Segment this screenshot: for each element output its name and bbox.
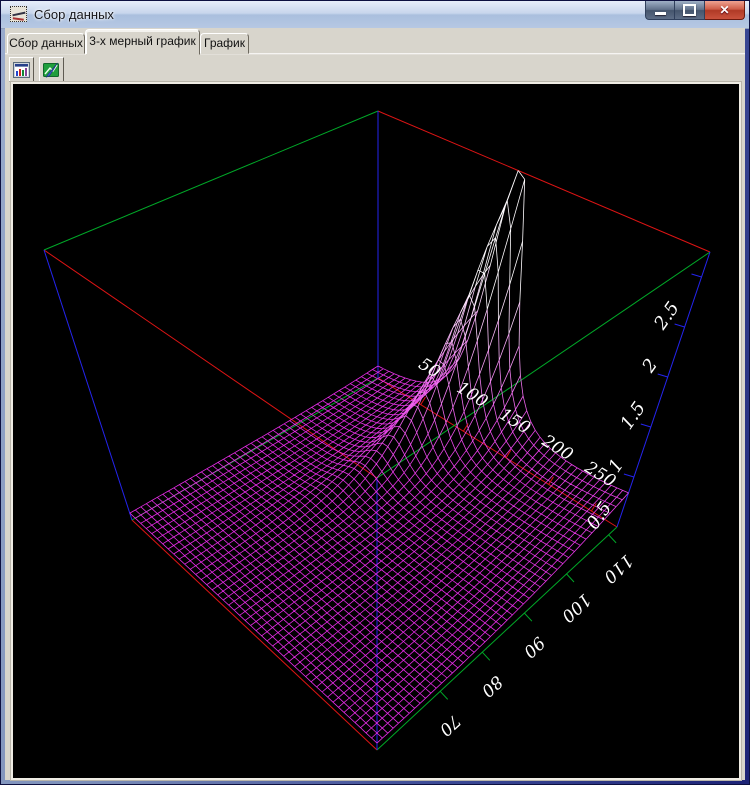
plot-panel: 501001502002507080901001100.511.522.5 <box>11 82 741 780</box>
window-controls: ✕ <box>645 1 745 20</box>
svg-text:110: 110 <box>599 550 637 587</box>
bar-chart-button[interactable] <box>9 57 34 82</box>
svg-text:200: 200 <box>537 431 576 466</box>
close-button[interactable]: ✕ <box>705 1 745 20</box>
tab-data-collection[interactable]: Сбор данных <box>7 33 85 54</box>
svg-text:90: 90 <box>519 632 549 662</box>
app-chart-icon <box>10 6 27 22</box>
window-content: Сбор данных 3-х мерный график График <box>5 28 745 780</box>
maximize-icon <box>683 4 696 16</box>
svg-text:1.5: 1.5 <box>616 398 650 434</box>
svg-text:100: 100 <box>557 589 595 626</box>
close-icon: ✕ <box>719 3 729 17</box>
svg-text:2.5: 2.5 <box>650 298 684 334</box>
tab-3d-graph[interactable]: 3-х мерный график <box>85 29 200 55</box>
surface-3d-plot: 501001502002507080901001100.511.522.5 <box>13 84 739 778</box>
titlebar[interactable]: Сбор данных ✕ <box>1 1 749 29</box>
tab-graph[interactable]: График <box>200 33 249 54</box>
svg-text:150: 150 <box>496 404 534 438</box>
plot-area[interactable]: 501001502002507080901001100.511.522.5 <box>13 84 739 778</box>
window-title: Сбор данных <box>34 7 114 22</box>
edit-chart-button[interactable] <box>39 57 64 82</box>
svg-text:80: 80 <box>477 671 507 701</box>
app-window: Сбор данных ✕ Сбор данных 3-х мерный гра… <box>0 0 750 785</box>
minimize-icon <box>655 12 666 15</box>
bar-chart-icon <box>13 62 30 78</box>
svg-text:70: 70 <box>435 710 465 740</box>
chart-pencil-icon <box>43 62 60 78</box>
maximize-button[interactable] <box>675 1 705 20</box>
svg-text:100: 100 <box>453 378 491 412</box>
minimize-button[interactable] <box>645 1 675 20</box>
